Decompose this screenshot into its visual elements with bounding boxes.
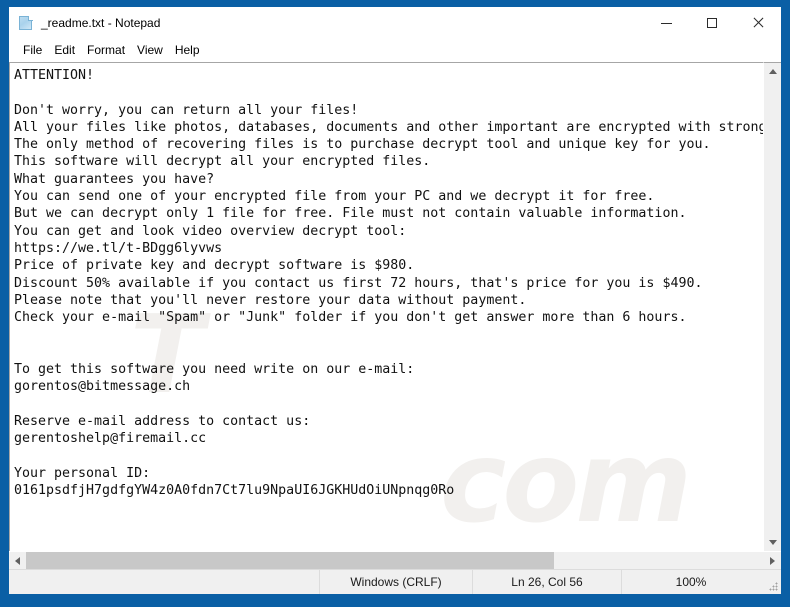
minimize-icon bbox=[660, 22, 672, 24]
scroll-down-button[interactable] bbox=[764, 534, 781, 551]
desktop-background: _readme.txt - Notepad File Edit Format V… bbox=[0, 0, 790, 607]
menu-item-help[interactable]: Help bbox=[170, 41, 207, 60]
scroll-right-button[interactable] bbox=[764, 552, 781, 569]
scroll-up-button[interactable] bbox=[764, 63, 781, 80]
window-controls bbox=[643, 7, 781, 39]
chevron-up-icon bbox=[768, 69, 777, 74]
chevron-down-icon bbox=[768, 540, 777, 545]
status-bar: Windows (CRLF) Ln 26, Col 56 100% bbox=[9, 569, 781, 594]
menu-bar: File Edit Format View Help bbox=[9, 39, 781, 61]
vertical-scrollbar[interactable] bbox=[763, 62, 781, 551]
horizontal-scrollbar[interactable] bbox=[9, 551, 781, 569]
close-icon bbox=[752, 17, 764, 29]
status-cursor-position: Ln 26, Col 56 bbox=[472, 570, 621, 594]
text-editor[interactable]: T com ATTENTION! Don't worry, you can re… bbox=[9, 62, 763, 551]
menu-item-format[interactable]: Format bbox=[82, 41, 132, 60]
resize-grip[interactable] bbox=[760, 570, 781, 594]
window-title: _readme.txt - Notepad bbox=[41, 16, 161, 30]
menu-item-file[interactable]: File bbox=[18, 41, 49, 60]
horizontal-scroll-track[interactable] bbox=[26, 552, 764, 569]
chevron-left-icon bbox=[15, 556, 20, 565]
notepad-window: _readme.txt - Notepad File Edit Format V… bbox=[8, 6, 782, 595]
ransom-note-text: ATTENTION! Don't worry, you can return a… bbox=[14, 68, 763, 499]
vertical-scroll-track[interactable] bbox=[764, 80, 781, 534]
close-button[interactable] bbox=[735, 7, 781, 39]
vertical-scroll-thumb[interactable] bbox=[764, 80, 781, 534]
text-document-icon bbox=[18, 15, 34, 31]
maximize-button[interactable] bbox=[689, 7, 735, 39]
minimize-button[interactable] bbox=[643, 7, 689, 39]
menu-item-edit[interactable]: Edit bbox=[49, 41, 82, 60]
status-zoom-level: 100% bbox=[621, 570, 760, 594]
title-bar-left: _readme.txt - Notepad bbox=[9, 15, 160, 31]
scroll-left-button[interactable] bbox=[9, 552, 26, 569]
chevron-right-icon bbox=[770, 556, 775, 565]
maximize-icon bbox=[707, 18, 717, 28]
horizontal-scroll-thumb[interactable] bbox=[26, 552, 554, 569]
status-line-ending: Windows (CRLF) bbox=[319, 570, 472, 594]
editor-area: T com ATTENTION! Don't worry, you can re… bbox=[9, 61, 781, 551]
menu-item-view[interactable]: View bbox=[132, 41, 170, 60]
title-bar[interactable]: _readme.txt - Notepad bbox=[9, 7, 781, 39]
resize-grip-icon bbox=[769, 582, 778, 591]
